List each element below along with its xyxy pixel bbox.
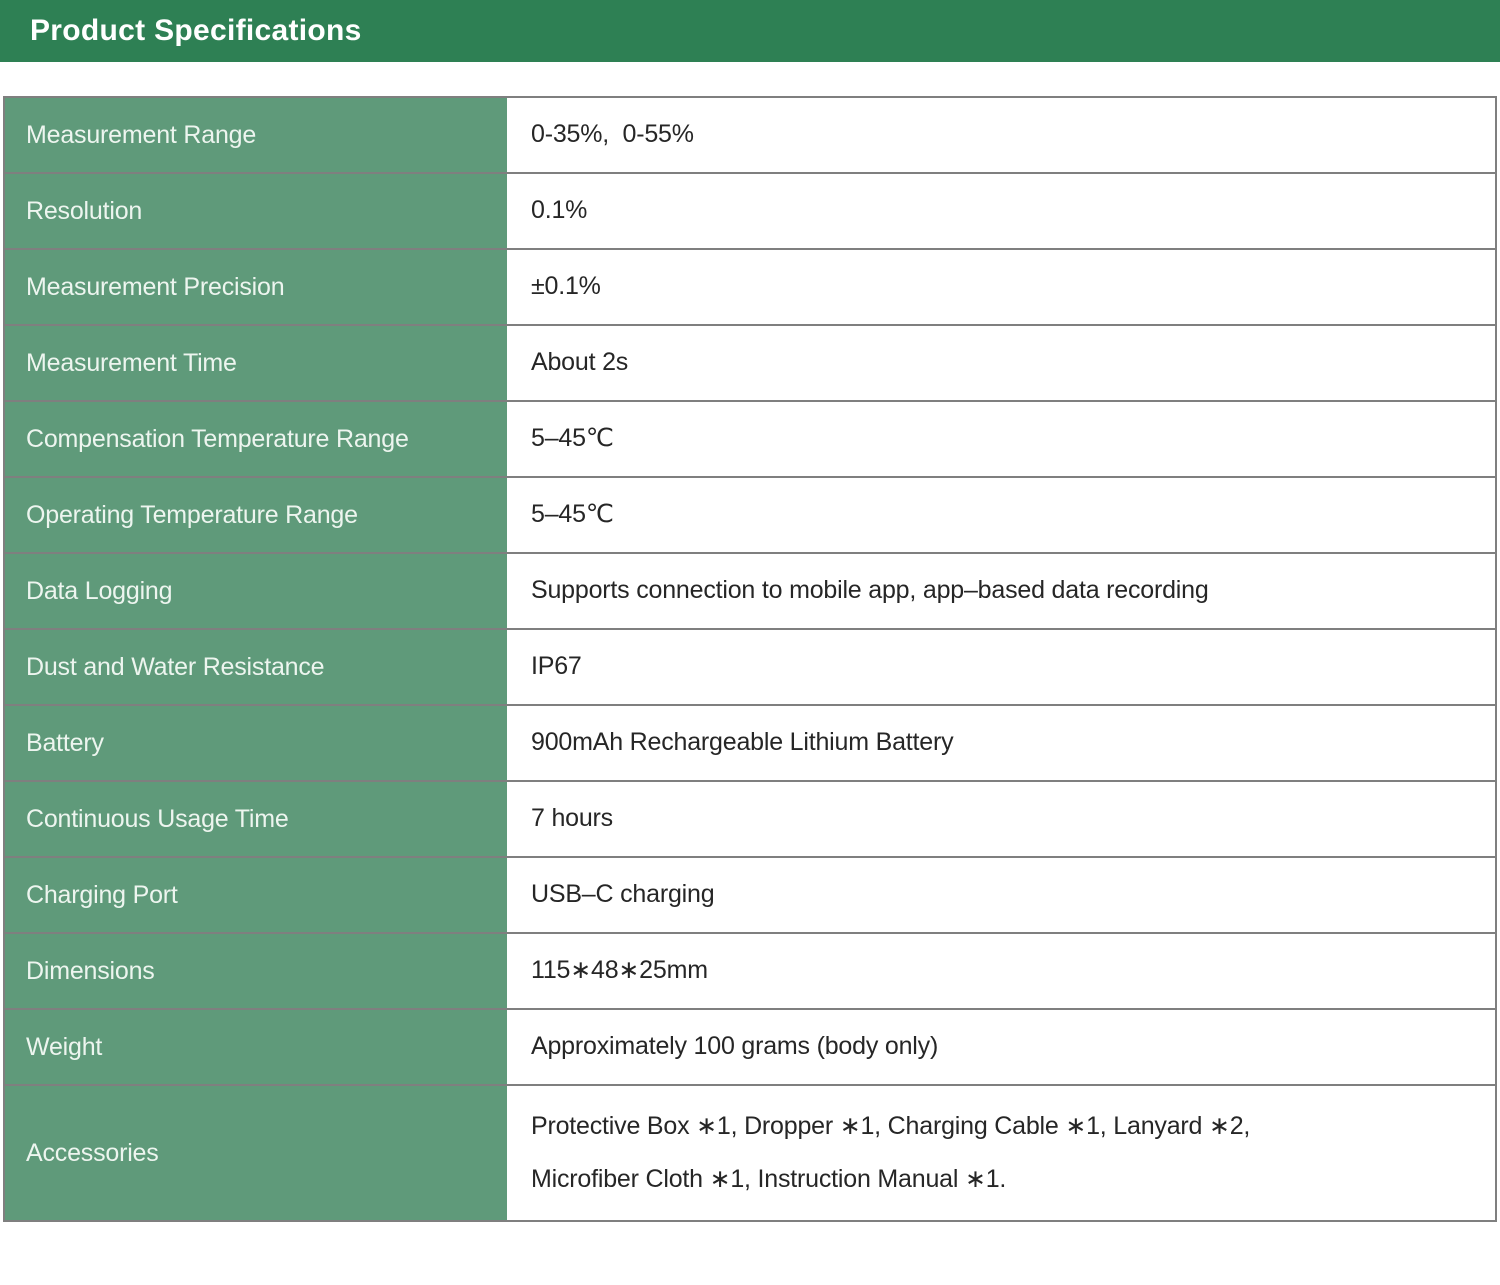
spec-label: Continuous Usage Time bbox=[5, 782, 507, 856]
spec-label: Accessories bbox=[5, 1086, 507, 1220]
spec-value: Supports connection to mobile app, app–b… bbox=[507, 554, 1495, 628]
spec-value-line: Microfiber Cloth ∗1, Instruction Manual … bbox=[531, 1165, 1007, 1193]
table-row: Weight Approximately 100 grams (body onl… bbox=[5, 1010, 1495, 1086]
spec-label: Measurement Time bbox=[5, 326, 507, 400]
spec-label: Compensation Temperature Range bbox=[5, 402, 507, 476]
page-title: Product Specifications bbox=[30, 14, 362, 47]
spec-value: USB–C charging bbox=[507, 858, 1495, 932]
spec-value: 7 hours bbox=[507, 782, 1495, 856]
table-row: Charging Port USB–C charging bbox=[5, 858, 1495, 934]
spec-value-line: ±0.1% bbox=[531, 272, 601, 301]
table-row: Data Logging Supports connection to mobi… bbox=[5, 554, 1495, 630]
spec-label: Data Logging bbox=[5, 554, 507, 628]
spec-value: 900mAh Rechargeable Lithium Battery bbox=[507, 706, 1495, 780]
table-row: Dust and Water Resistance IP67 bbox=[5, 630, 1495, 706]
spec-value-line: USB–C charging bbox=[531, 880, 715, 909]
spec-label: Operating Temperature Range bbox=[5, 478, 507, 552]
table-row: Operating Temperature Range 5–45℃ bbox=[5, 478, 1495, 554]
spec-label: Measurement Range bbox=[5, 98, 507, 172]
table-row: Compensation Temperature Range 5–45℃ bbox=[5, 402, 1495, 478]
spec-value: About 2s bbox=[507, 326, 1495, 400]
spec-label: Battery bbox=[5, 706, 507, 780]
spec-value: IP67 bbox=[507, 630, 1495, 704]
table-row: Dimensions 115∗48∗25mm bbox=[5, 934, 1495, 1010]
table-row: Measurement Time About 2s bbox=[5, 326, 1495, 402]
spec-label: Resolution bbox=[5, 174, 507, 248]
spec-value-line: 0-35%, 0-55% bbox=[531, 120, 694, 149]
spec-value: ±0.1% bbox=[507, 250, 1495, 324]
spec-value-line: 900mAh Rechargeable Lithium Battery bbox=[531, 728, 954, 757]
table-row: Battery 900mAh Rechargeable Lithium Batt… bbox=[5, 706, 1495, 782]
spec-label: Weight bbox=[5, 1010, 507, 1084]
spec-value-line: About 2s bbox=[531, 348, 629, 377]
spec-label: Measurement Precision bbox=[5, 250, 507, 324]
spec-table: Measurement Range 0-35%, 0-55% Resolutio… bbox=[3, 96, 1497, 1222]
spec-label: Dimensions bbox=[5, 934, 507, 1008]
spec-value: 5–45℃ bbox=[507, 478, 1495, 552]
spec-value-line: 115∗48∗25mm bbox=[531, 956, 708, 985]
table-row: Resolution 0.1% bbox=[5, 174, 1495, 250]
table-row: Measurement Precision ±0.1% bbox=[5, 250, 1495, 326]
spec-value: 0-35%, 0-55% bbox=[507, 98, 1495, 172]
spec-label: Charging Port bbox=[5, 858, 507, 932]
spec-value-line: Approximately 100 grams (body only) bbox=[531, 1032, 939, 1061]
spec-label: Dust and Water Resistance bbox=[5, 630, 507, 704]
spec-value: Approximately 100 grams (body only) bbox=[507, 1010, 1495, 1084]
table-row: Accessories Protective Box ∗1, Dropper ∗… bbox=[5, 1086, 1495, 1220]
spec-value: 0.1% bbox=[507, 174, 1495, 248]
spec-value-line: 0.1% bbox=[531, 196, 588, 225]
table-row: Measurement Range 0-35%, 0-55% bbox=[5, 98, 1495, 174]
spec-value-line: IP67 bbox=[531, 652, 582, 681]
spec-value-line: Protective Box ∗1, Dropper ∗1, Charging … bbox=[531, 1111, 1251, 1140]
spec-value-line: 5–45℃ bbox=[531, 500, 614, 529]
spec-value: 115∗48∗25mm bbox=[507, 934, 1495, 1008]
spec-value-line: Supports connection to mobile app, app–b… bbox=[531, 576, 1209, 605]
spec-value: 5–45℃ bbox=[507, 402, 1495, 476]
spec-value: Protective Box ∗1, Dropper ∗1, Charging … bbox=[507, 1086, 1495, 1220]
spec-value-line: 7 hours bbox=[531, 804, 613, 833]
table-row: Continuous Usage Time 7 hours bbox=[5, 782, 1495, 858]
product-spec-sheet: Product Specifications Measurement Range… bbox=[0, 0, 1500, 1285]
title-bar: Product Specifications bbox=[0, 0, 1500, 62]
spec-value-line: 5–45℃ bbox=[531, 424, 614, 453]
